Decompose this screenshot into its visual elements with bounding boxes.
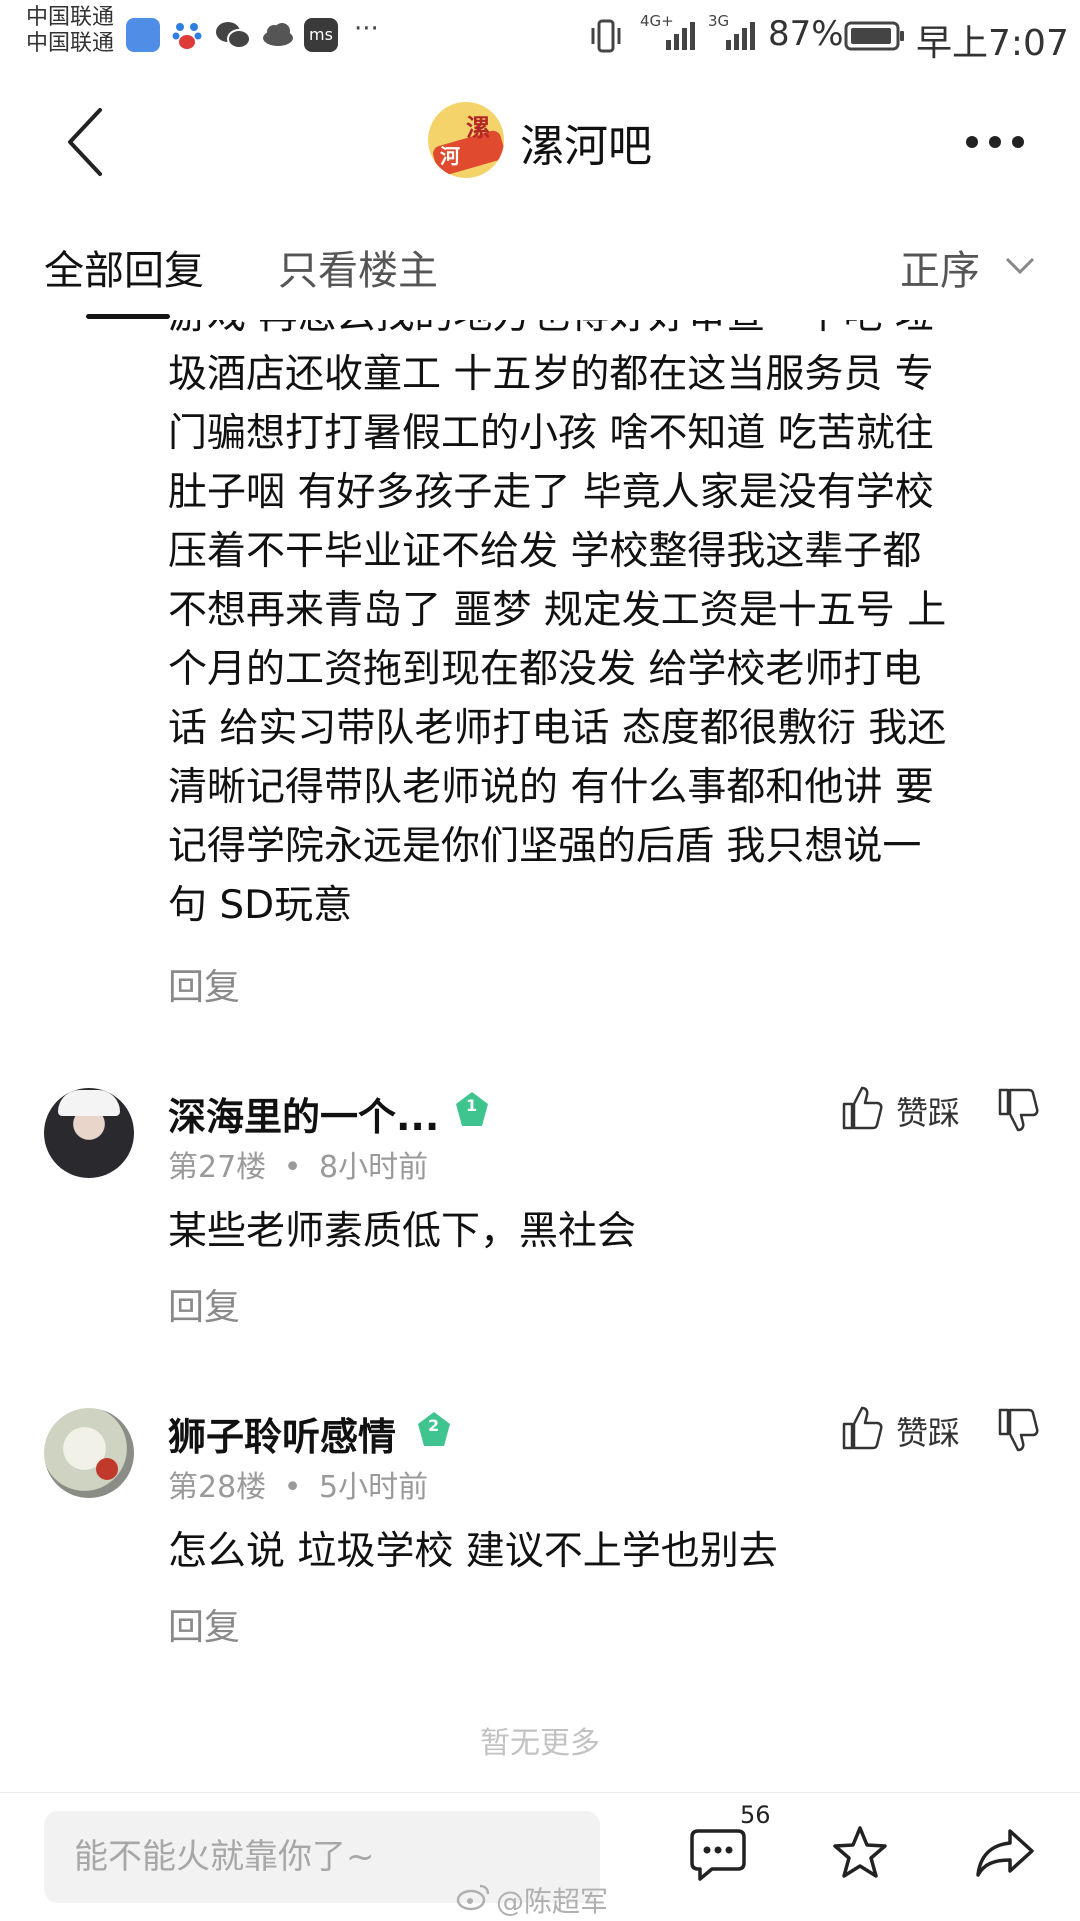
avatar[interactable] [44, 1088, 134, 1178]
comment-time: 8小时前 [318, 1150, 429, 1185]
reply-tabs: 全部回复 只看楼主 正序 [0, 212, 1080, 320]
status-bar: 中国联通 中国联通 ms ··· 4G+ 3G 87% 早上7:07 [0, 0, 1080, 72]
status-more-indicator: ··· [354, 14, 379, 44]
avatar[interactable] [44, 1408, 134, 1498]
watermark-text: @陈超军 [496, 1885, 609, 1918]
favorite-button[interactable] [830, 1823, 890, 1883]
star-icon [833, 1826, 887, 1878]
post-line: 个月的工资拖到现在都没发 给学校老师打电 [168, 647, 922, 692]
vibrate-icon [590, 18, 622, 58]
meta-separator: • [283, 1150, 302, 1185]
comment-text: 怎么说 垃圾学校 建议不上学也别去 [168, 1529, 778, 1574]
post-line: 不想再来青岛了 噩梦 规定发工资是十五号 上 [168, 588, 947, 633]
battery-icon [844, 20, 906, 56]
ms-app-icon: ms [304, 18, 338, 52]
post-line: 句 SD玩意 [168, 883, 353, 928]
sort-label: 正序 [900, 248, 980, 294]
level-number: 2 [428, 1416, 440, 1435]
tab-all-replies[interactable]: 全部回复 [44, 238, 204, 296]
sort-dropdown[interactable]: 正序 [900, 236, 1040, 296]
thumbs-up-icon[interactable] [840, 1404, 884, 1452]
weibo-icon [456, 1884, 490, 1911]
carrier-label-1: 中国联通 [26, 5, 115, 30]
back-button[interactable] [60, 104, 120, 180]
post-line: 肚子咽 有好多孩子走了 毕竟人家是没有学校 [168, 470, 934, 515]
vote-controls: 赞踩 [840, 1404, 1040, 1454]
comment-time: 5小时前 [318, 1470, 429, 1505]
thumbs-down-icon[interactable] [996, 1406, 1040, 1454]
battery-percent: 87% [768, 14, 844, 54]
vote-label: 赞踩 [896, 1094, 961, 1132]
post-line: 压着不干毕业证不给发 学校整得我这辈子都 [168, 529, 922, 574]
username[interactable]: 狮子聆听感情 [168, 1406, 396, 1461]
signal-icon-1 [664, 18, 698, 56]
chevron-left-icon [68, 108, 102, 176]
post-line: 话 给实习带队老师打电话 态度都很敷衍 我还 [168, 706, 947, 751]
comments-button[interactable]: 56 [688, 1801, 771, 1883]
comment-text: 某些老师素质低下，黑社会 [168, 1209, 637, 1254]
comment-bubble-icon [690, 1829, 746, 1881]
signal-icon-2 [724, 18, 758, 56]
reply-button[interactable]: 回复 [168, 958, 240, 1010]
level-number: 1 [466, 1096, 478, 1115]
shield-app-icon [126, 18, 160, 52]
chevron-down-icon [1005, 257, 1035, 275]
tab-op-only[interactable]: 只看楼主 [278, 238, 438, 296]
reply-list[interactable]: 游戏 再怎么找的地方也得好好审查一下吧 垃 圾酒店还收童工 十五岁的都在这当服务… [0, 320, 1080, 1792]
more-options-button[interactable] [964, 132, 1026, 152]
tab-indicator [86, 314, 170, 319]
forum-title[interactable]: 漯河吧 [520, 110, 652, 174]
thumbs-down-icon[interactable] [996, 1086, 1040, 1134]
wechat-icon [214, 18, 251, 52]
post-line: 记得学院永远是你们坚强的后盾 我只想说一 [168, 824, 922, 869]
post-line: 清晰记得带队老师说的 有什么事都和他讲 要 [168, 765, 934, 810]
username[interactable]: 深海里的一个... [168, 1086, 439, 1141]
floor-number: 第27楼 [168, 1150, 267, 1185]
cloud-icon [260, 18, 294, 52]
vote-label: 赞踩 [896, 1414, 961, 1452]
reply-button[interactable]: 回复 [168, 1278, 240, 1330]
more-dots-icon [966, 136, 1024, 148]
comment-count: 56 [740, 1801, 771, 1829]
comment-meta: 第28楼 • 5小时前 [168, 1462, 428, 1506]
comment-meta: 第27楼 • 8小时前 [168, 1142, 428, 1186]
baidu-paw-icon [170, 18, 204, 52]
watermark: @陈超军 [456, 1880, 636, 1918]
floor-number: 第28楼 [168, 1470, 267, 1505]
carrier-label-2: 中国联通 [26, 31, 115, 56]
reply-button[interactable]: 回复 [168, 1598, 240, 1650]
thumbs-up-icon[interactable] [840, 1084, 884, 1132]
post-line: 游戏 再怎么找的地方也得好好审查一下吧 垃 [168, 320, 934, 345]
vote-controls: 赞踩 [840, 1084, 1040, 1134]
clock: 早上7:07 [916, 23, 1069, 64]
header-bar: 漯 河 漯河吧 [0, 72, 1080, 212]
post-line: 门骗想打打暑假工的小孩 啥不知道 吃苦就往 [168, 411, 934, 456]
no-more-label: 暂无更多 [480, 1726, 600, 1761]
meta-separator: • [283, 1470, 302, 1505]
share-arrow-icon [976, 1829, 1034, 1877]
forum-logo[interactable]: 漯 河 [428, 102, 504, 178]
share-button[interactable] [974, 1823, 1038, 1883]
post-line: 圾酒店还收童工 十五岁的都在这当服务员 专 [168, 352, 934, 397]
